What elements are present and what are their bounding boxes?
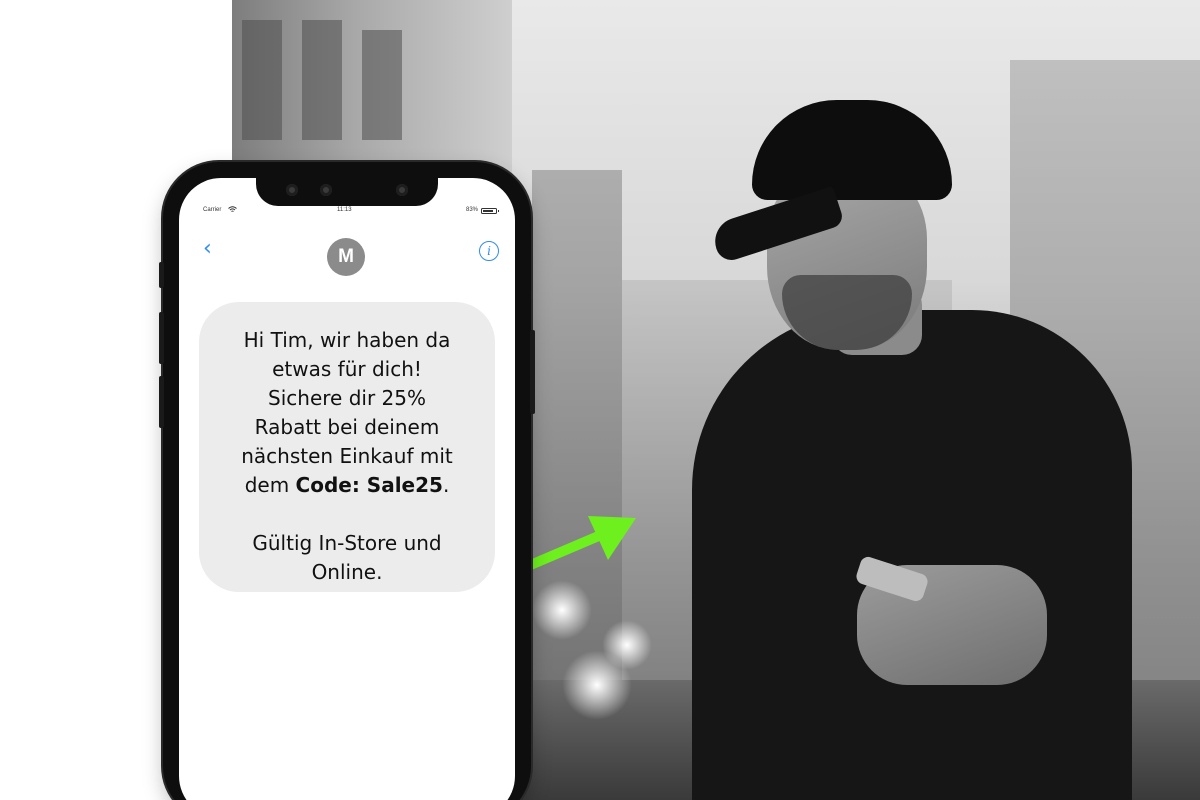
status-bar: Carrier 11:13 83% [179, 206, 515, 220]
person-jacket [692, 310, 1132, 800]
info-button[interactable]: i [479, 241, 499, 261]
wifi-icon [228, 206, 237, 215]
bokeh-light [562, 650, 632, 720]
phone-silent-switch [159, 262, 164, 288]
message-line: Sichere dir 25% [268, 386, 426, 410]
message-bubble: Hi Tim, wir haben da etwas für dich! Sic… [199, 302, 495, 592]
phone-screen: Carrier 11:13 83% ‹ M i Hi Tim, wir habe… [179, 178, 515, 800]
message-line: Online. [311, 560, 383, 584]
message-line: Gültig In-Store und [252, 531, 442, 555]
building-window [242, 20, 282, 140]
person-with-phone [632, 95, 1192, 800]
message-line: . [442, 473, 450, 497]
building-window [362, 30, 402, 140]
status-carrier: Carrier [203, 207, 222, 213]
conversation-header: ‹ M i [179, 222, 515, 286]
building-window [302, 20, 342, 140]
message-line: Rabatt bei deinem [254, 415, 440, 439]
message-line: nächsten Einkauf mit [241, 444, 453, 468]
back-button[interactable]: ‹ [203, 238, 212, 260]
battery-percentage: 83% [466, 207, 479, 213]
phone-volume-up [159, 312, 164, 364]
status-time: 11:13 [337, 207, 352, 213]
phone-notch [256, 178, 438, 206]
message-line: dem [244, 473, 296, 497]
message-line: etwas für dich! [272, 357, 422, 381]
sensor-icon [320, 184, 332, 196]
camera-icon [286, 184, 298, 196]
phone-mockup: Carrier 11:13 83% ‹ M i Hi Tim, wir habe… [159, 162, 535, 800]
battery-icon [481, 208, 499, 214]
phone-power-button [530, 330, 535, 414]
discount-code: Code: Sale25 [295, 473, 443, 497]
person-cap [752, 100, 952, 200]
contact-avatar[interactable]: M [327, 238, 365, 276]
message-line: Hi Tim, wir haben da [243, 328, 451, 352]
phone-volume-down [159, 376, 164, 428]
camera-icon [396, 184, 408, 196]
